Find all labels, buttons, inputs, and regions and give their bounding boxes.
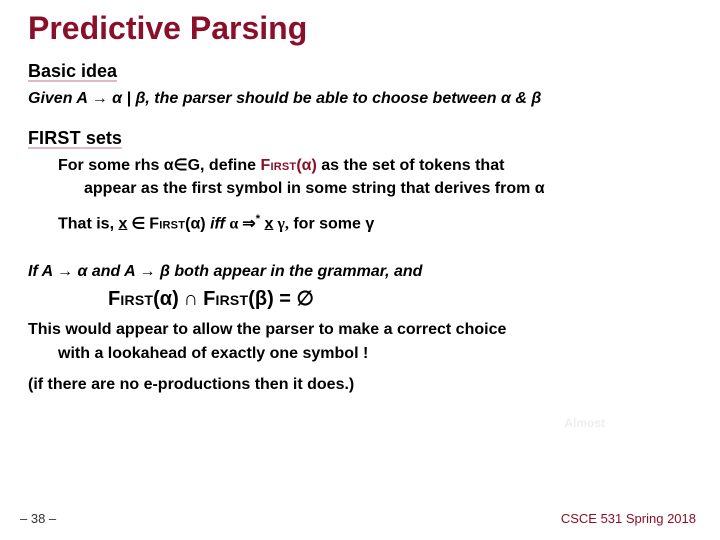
thatis-tail: for some γ	[289, 215, 374, 232]
thatis-line: That is, x ∈ First(α) iff α ⇒* x γ, for …	[58, 212, 692, 235]
expr-first-b: First	[203, 288, 248, 310]
if-line: If A → α and A → β both appear in the gr…	[28, 261, 692, 283]
thatis-in: ∈	[127, 215, 149, 232]
intersection-expr: First(α) ∩ First(β) = ∅	[108, 286, 692, 313]
expr-eq: = ∅	[274, 288, 314, 310]
expr-first-a: First	[108, 288, 153, 310]
expr-cap: ∩	[179, 288, 203, 310]
almost-hidden-text: Almost	[564, 416, 605, 430]
slide-title: Predictive Parsing	[28, 10, 692, 47]
conclusion-1: This would appear to allow the parser to…	[28, 319, 692, 341]
thatis-first: First	[149, 215, 185, 232]
def-part1: For some rhs α∈G, define	[58, 157, 260, 174]
def-first: First	[260, 157, 296, 174]
paren-note: (if there are no e-productions then it d…	[28, 374, 692, 396]
basic-idea-heading: Basic idea	[28, 61, 692, 82]
sets-label: sets	[81, 128, 122, 148]
thatis-arg: (α)	[185, 215, 206, 232]
first-sets-heading: FIRST sets	[28, 128, 692, 149]
conclusion-2: with a lookahead of exactly one symbol !	[58, 343, 692, 365]
def-line-2: appear as the first symbol in some strin…	[84, 178, 692, 200]
if-text: If A → α and A → β both appear in the gr…	[28, 263, 422, 280]
page-number: – 38 –	[20, 511, 56, 526]
def-part2: as the set of tokens that	[317, 157, 505, 174]
thatis-gamma: γ,	[273, 215, 288, 232]
first-f: F	[28, 128, 39, 148]
course-label: CSCE 531 Spring 2018	[561, 511, 696, 526]
expr-b: (β)	[248, 288, 274, 310]
first-sc: IRST	[39, 128, 81, 148]
def-line-1: For some rhs α∈G, define First(α) as the…	[58, 155, 692, 177]
thatis-der: ⇒	[242, 215, 255, 232]
def-arg: (α)	[296, 157, 317, 174]
thatis-alpha: α	[229, 215, 242, 232]
given-text: Given A → α | β, the parser should be ab…	[28, 90, 541, 107]
thatis-iff: iff	[206, 215, 230, 232]
expr-a: (α)	[153, 288, 179, 310]
thatis-part1: That is,	[58, 215, 118, 232]
given-line: Given A → α | β, the parser should be ab…	[28, 88, 692, 110]
slide: Predictive Parsing Basic idea Given A → …	[0, 0, 720, 540]
